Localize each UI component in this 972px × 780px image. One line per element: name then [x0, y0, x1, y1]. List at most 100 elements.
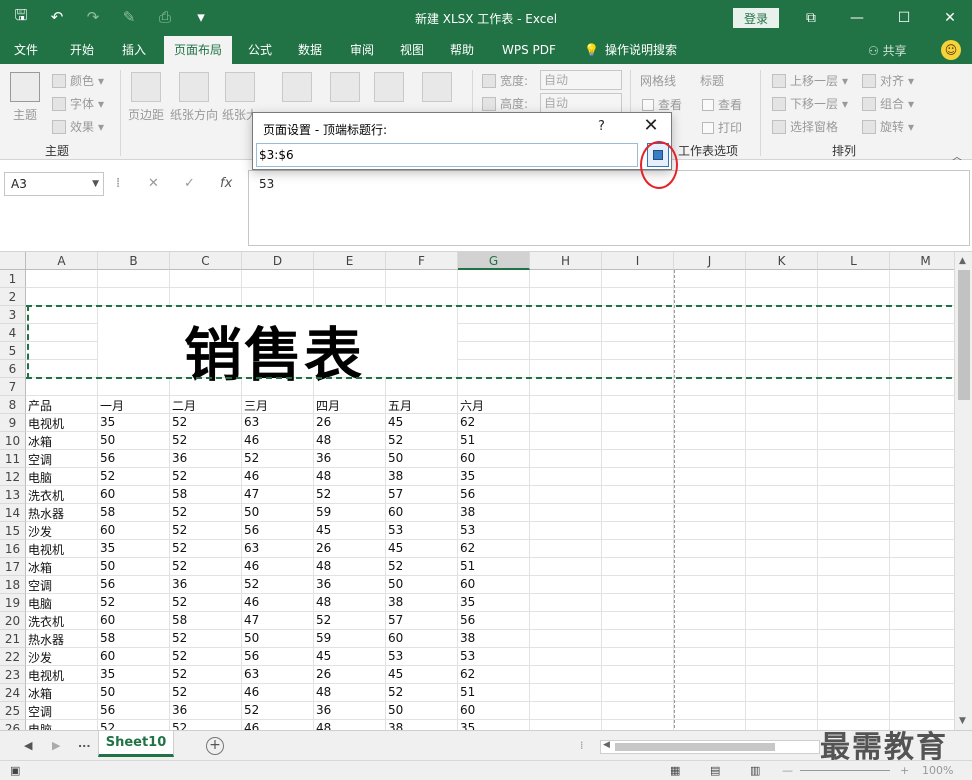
data-cell[interactable]: 60: [98, 487, 115, 501]
data-cell[interactable]: 26: [314, 541, 331, 555]
data-cell[interactable]: 53: [458, 523, 475, 537]
data-cell[interactable]: 48: [314, 721, 331, 730]
data-cell[interactable]: 45: [386, 541, 403, 555]
data-cell[interactable]: 空调: [26, 703, 52, 720]
data-cell[interactable]: 56: [242, 523, 259, 537]
data-cell[interactable]: 52: [170, 631, 187, 645]
data-cell[interactable]: 50: [386, 577, 403, 591]
row-header[interactable]: 22: [0, 648, 26, 666]
data-cell[interactable]: 50: [242, 631, 259, 645]
header-cell[interactable]: 六月: [458, 397, 484, 414]
data-cell[interactable]: 58: [98, 505, 115, 519]
column-header-i[interactable]: I: [602, 252, 674, 270]
data-cell[interactable]: 36: [170, 451, 187, 465]
tab-page-layout[interactable]: 页面布局: [164, 36, 233, 64]
row-header[interactable]: 17: [0, 558, 26, 576]
data-cell[interactable]: 38: [458, 631, 475, 645]
tell-me-search[interactable]: 💡 操作说明搜索: [574, 36, 687, 64]
data-cell[interactable]: 50: [98, 685, 115, 699]
share-button[interactable]: ⚇ 共享: [868, 42, 907, 59]
data-cell[interactable]: 51: [458, 559, 475, 573]
data-cell[interactable]: 46: [242, 433, 259, 447]
header-cell[interactable]: 三月: [242, 397, 268, 414]
data-cell[interactable]: 52: [170, 433, 187, 447]
data-cell[interactable]: 63: [242, 667, 259, 681]
select-all-corner[interactable]: [0, 252, 26, 270]
data-cell[interactable]: 52: [386, 685, 403, 699]
data-cell[interactable]: 45: [314, 523, 331, 537]
data-cell[interactable]: 热水器: [26, 505, 64, 522]
data-cell[interactable]: 45: [386, 667, 403, 681]
data-cell[interactable]: 52: [170, 667, 187, 681]
sheet-tab-sheet10[interactable]: Sheet10: [98, 731, 174, 757]
gridlines-view-checkbox[interactable]: 查看: [642, 96, 682, 113]
data-cell[interactable]: 50: [242, 505, 259, 519]
row-header[interactable]: 4: [0, 324, 26, 342]
add-sheet-icon[interactable]: +: [206, 737, 224, 755]
data-cell[interactable]: 47: [242, 487, 259, 501]
data-cell[interactable]: 36: [314, 451, 331, 465]
data-cell[interactable]: 35: [458, 721, 475, 730]
rotate-button[interactable]: 旋转 ▾: [862, 118, 914, 135]
data-cell[interactable]: 52: [170, 469, 187, 483]
data-cell[interactable]: 电脑: [26, 721, 52, 730]
column-header-b[interactable]: B: [98, 252, 170, 270]
undo-icon[interactable]: ↶: [46, 6, 68, 28]
data-cell[interactable]: 48: [314, 433, 331, 447]
data-cell[interactable]: 63: [242, 415, 259, 429]
insert-function-icon[interactable]: fx: [220, 176, 232, 191]
data-cell[interactable]: 48: [314, 469, 331, 483]
data-cell[interactable]: 56: [98, 577, 115, 591]
data-cell[interactable]: 51: [458, 433, 475, 447]
tab-wps-pdf[interactable]: WPS PDF: [492, 36, 566, 64]
width-combo[interactable]: 自动: [540, 70, 622, 90]
data-cell[interactable]: 38: [386, 721, 403, 730]
tab-review[interactable]: 审阅: [340, 36, 384, 64]
data-cell[interactable]: 52: [98, 469, 115, 483]
data-cell[interactable]: 52: [314, 487, 331, 501]
data-cell[interactable]: 50: [386, 451, 403, 465]
data-cell[interactable]: 60: [458, 577, 475, 591]
data-cell[interactable]: 36: [170, 577, 187, 591]
header-cell[interactable]: 五月: [386, 397, 412, 414]
tab-formulas[interactable]: 公式: [238, 36, 282, 64]
tab-file[interactable]: 文件: [4, 36, 48, 64]
breaks-button[interactable]: [330, 72, 360, 106]
data-cell[interactable]: 45: [314, 649, 331, 663]
data-cell[interactable]: 56: [98, 451, 115, 465]
data-cell[interactable]: 52: [314, 613, 331, 627]
zoom-out-icon[interactable]: —: [782, 764, 793, 777]
row-header[interactable]: 12: [0, 468, 26, 486]
data-cell[interactable]: 52: [242, 703, 259, 717]
row-header[interactable]: 6: [0, 360, 26, 378]
data-cell[interactable]: 60: [458, 451, 475, 465]
data-cell[interactable]: 52: [386, 433, 403, 447]
background-button[interactable]: [374, 72, 404, 106]
chevron-down-icon[interactable]: ▼: [92, 173, 99, 195]
data-cell[interactable]: 56: [458, 487, 475, 501]
data-cell[interactable]: 52: [170, 721, 187, 730]
data-cell[interactable]: 53: [386, 523, 403, 537]
header-cell[interactable]: 四月: [314, 397, 340, 414]
margins-button[interactable]: 页边距: [128, 72, 164, 123]
data-cell[interactable]: 52: [170, 541, 187, 555]
data-cell[interactable]: 空调: [26, 577, 52, 594]
ribbon-display-options-icon[interactable]: ⧉: [798, 6, 824, 30]
row-header[interactable]: 10: [0, 432, 26, 450]
data-cell[interactable]: 56: [458, 613, 475, 627]
data-cell[interactable]: 35: [98, 415, 115, 429]
formula-input[interactable]: 53: [248, 170, 970, 246]
name-box[interactable]: A3 ▼: [4, 172, 104, 196]
header-cell[interactable]: 二月: [170, 397, 196, 414]
data-cell[interactable]: 62: [458, 541, 475, 555]
normal-view-icon[interactable]: ▦: [670, 764, 680, 777]
data-cell[interactable]: 60: [98, 613, 115, 627]
header-cell[interactable]: 一月: [98, 397, 124, 414]
data-cell[interactable]: 46: [242, 469, 259, 483]
macro-record-icon[interactable]: ▣: [10, 764, 20, 777]
theme-effects-button[interactable]: 效果 ▾: [52, 118, 104, 135]
data-cell[interactable]: 35: [98, 541, 115, 555]
vertical-scrollbar[interactable]: ▲ ▼: [954, 252, 972, 730]
row-header[interactable]: 7: [0, 378, 26, 396]
data-cell[interactable]: 电视机: [26, 541, 64, 558]
